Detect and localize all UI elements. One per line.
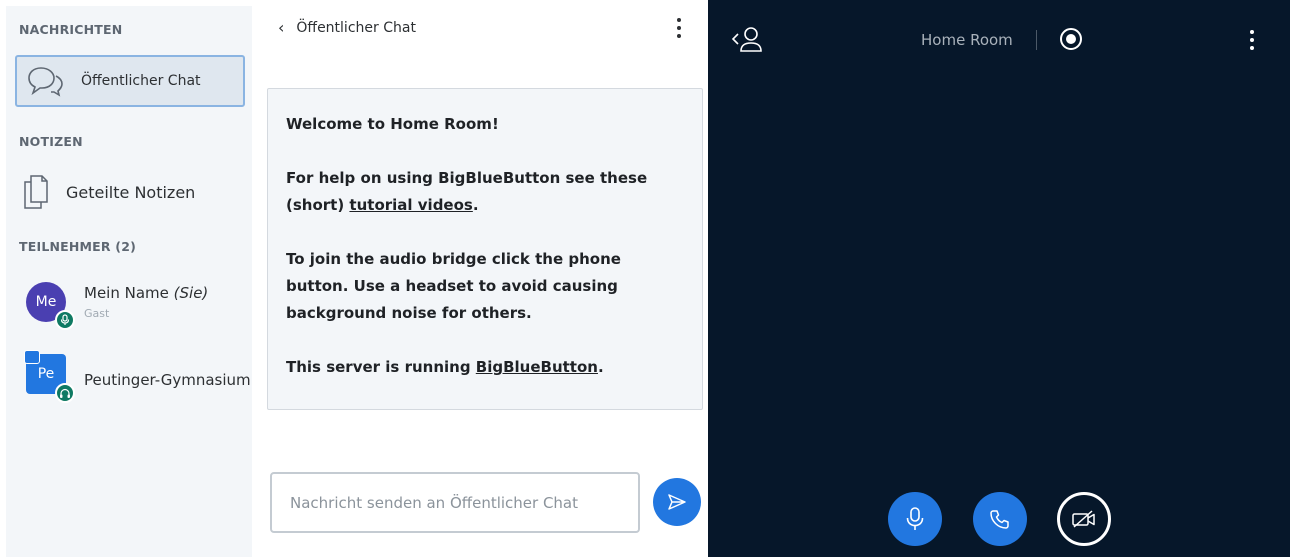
shared-notes-label: Geteilte Notizen [66,182,196,202]
notes-section-title: NOTIZEN [19,134,83,149]
bbb-app: NACHRICHTEN Öffentlicher Chat NOTIZEN Ge… [0,0,1290,557]
tutorial-videos-link[interactable]: tutorial videos [349,196,472,214]
phone-button[interactable] [973,492,1027,546]
shared-notes-item[interactable]: Geteilte Notizen [24,172,244,212]
presenter-icon [24,350,40,364]
participants-section-title: TEILNEHMER (2) [19,239,137,254]
audio-line: To join the audio bridge click the phone… [286,246,684,327]
send-button[interactable] [653,478,701,526]
room-title: Home Room [921,31,1013,49]
phone-icon [990,510,1009,529]
options-menu-icon[interactable] [1250,30,1254,50]
user-role: Gast [84,307,110,320]
messages-section-title: NACHRICHTEN [19,22,123,37]
welcome-prefix: Welcome to [286,115,391,133]
welcome-suffix: ! [491,115,499,133]
media-panel: Home Room [708,0,1290,557]
toggle-userlist-icon[interactable] [730,24,764,54]
microphone-icon [55,310,75,330]
chat-options-icon[interactable] [677,18,681,38]
help-line: For help on using BigBlueButton see thes… [286,165,684,219]
title-divider [1036,30,1037,50]
message-placeholder: Nachricht senden an Öffentlicher Chat [290,493,579,512]
message-input[interactable]: Nachricht senden an Öffentlicher Chat [270,472,640,533]
chevron-left-icon[interactable]: ‹ [278,18,284,37]
microphone-icon [906,507,924,530]
headphones-icon [55,383,75,403]
welcome-room: Home Room [390,115,492,133]
user-list-item[interactable]: Me Mein Name (Sie) Gast [24,282,248,332]
bigbluebutton-link[interactable]: BigBlueButton [476,358,598,376]
documents-icon [24,175,48,209]
send-icon [668,494,686,510]
chat-panel: ‹ Öffentlicher Chat Welcome to Home Room… [252,0,708,557]
recording-indicator-icon[interactable] [1060,28,1082,50]
camera-button[interactable] [1057,492,1111,546]
self-tag: (Sie) [173,284,209,302]
server-line: This server is running BigBlueButton. [286,354,684,381]
user-name: Peutinger-Gymnasium [84,371,251,389]
chat-header[interactable]: ‹ Öffentlicher Chat [278,18,416,37]
server-suffix: . [597,358,604,376]
user-name-text: Mein Name [84,284,169,302]
server-prefix: This server is running [286,358,476,376]
welcome-line: Welcome to Home Room! [286,111,684,138]
help-suffix: . [472,196,479,214]
avatar-initials: Me [35,294,57,310]
user-list-item[interactable]: Pe Peutinger-Gymnasium [24,350,251,404]
user-name: Mein Name (Sie) [84,284,208,302]
camera-off-icon [1072,510,1095,528]
user-list-panel: NACHRICHTEN Öffentlicher Chat NOTIZEN Ge… [6,6,252,557]
chat-bubbles-icon [28,67,63,97]
public-chat-label: Öffentlicher Chat [81,73,201,89]
microphone-button[interactable] [888,492,942,546]
chat-title: Öffentlicher Chat [296,19,416,36]
avatar-initials: Pe [37,366,55,382]
welcome-message: Welcome to Home Room! For help on using … [267,88,703,410]
audio-text: To join the audio bridge click the phone… [286,250,621,322]
public-chat-item[interactable]: Öffentlicher Chat [15,55,245,107]
